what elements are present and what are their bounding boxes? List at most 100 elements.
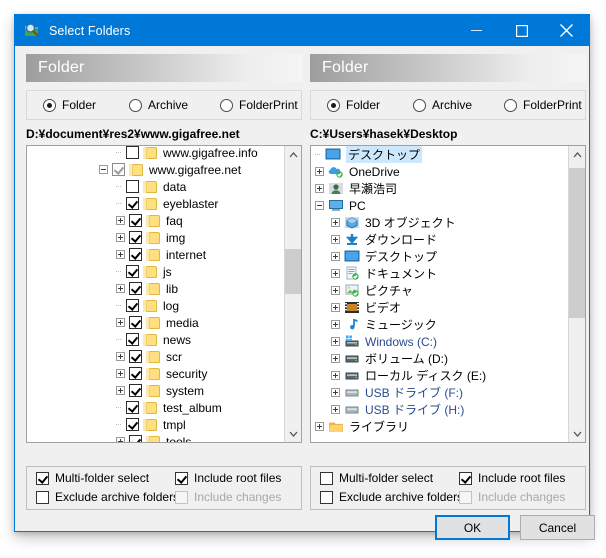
expand-plus-icon[interactable]	[331, 218, 340, 227]
tree-item-checkbox[interactable]	[129, 231, 142, 244]
scroll-down-icon[interactable]	[569, 425, 585, 442]
expand-plus-icon[interactable]	[331, 252, 340, 261]
tree-scrollbar[interactable]	[284, 146, 301, 442]
tree-item[interactable]: USB ドライブ (H:)	[311, 401, 568, 418]
tree-item-checkbox[interactable]	[126, 401, 139, 414]
radio-folder[interactable]: Folder	[327, 98, 380, 112]
tree-item-checkbox[interactable]	[126, 146, 139, 159]
tree-item[interactable]: test_album	[27, 399, 284, 416]
option-include-root-files[interactable]: Include root files	[459, 471, 565, 485]
close-icon[interactable]	[544, 15, 589, 46]
tree-item[interactable]: ダウンロード	[311, 231, 568, 248]
option-include-root-files[interactable]: Include root files	[175, 471, 281, 485]
tree-item[interactable]: ボリューム (D:)	[311, 350, 568, 367]
tree-item[interactable]: news	[27, 331, 284, 348]
tree-item[interactable]: デスクトップ	[311, 248, 568, 265]
tree-item-checkbox[interactable]	[129, 367, 142, 380]
tree-item[interactable]: デスクトップ	[311, 146, 568, 163]
minimize-icon[interactable]	[454, 15, 499, 46]
cancel-button[interactable]: Cancel	[520, 515, 595, 540]
option-checkbox[interactable]	[320, 490, 333, 504]
tree-item[interactable]: ライブラリ	[311, 418, 568, 435]
tree-item[interactable]: data	[27, 178, 284, 195]
tree-item[interactable]: PC	[311, 197, 568, 214]
expand-plus-icon[interactable]	[116, 233, 125, 242]
tree-item[interactable]: ピクチャ	[311, 282, 568, 299]
tree-item-checkbox[interactable]	[129, 316, 142, 329]
tree-item[interactable]: media	[27, 314, 284, 331]
expand-plus-icon[interactable]	[315, 167, 324, 176]
tree-item-checkbox[interactable]	[126, 180, 139, 193]
tree-item-checkbox[interactable]	[129, 435, 142, 442]
option-multi-folder-select[interactable]: Multi-folder select	[36, 471, 149, 485]
tree-item-checkbox[interactable]	[112, 163, 125, 176]
tree-item[interactable]: log	[27, 297, 284, 314]
maximize-icon[interactable]	[499, 15, 544, 46]
scroll-up-icon[interactable]	[569, 146, 585, 163]
tree-item[interactable]: www.gigafree.info	[27, 146, 284, 161]
tree-scrollbar[interactable]	[568, 146, 585, 442]
collapse-minus-icon[interactable]	[99, 165, 108, 174]
tree-item-checkbox[interactable]	[126, 197, 139, 210]
expand-plus-icon[interactable]	[331, 388, 340, 397]
tree-item[interactable]: eyeblaster	[27, 195, 284, 212]
collapse-minus-icon[interactable]	[315, 201, 324, 210]
tree-item[interactable]: system	[27, 382, 284, 399]
expand-plus-icon[interactable]	[116, 369, 125, 378]
expand-plus-icon[interactable]	[116, 386, 125, 395]
option-checkbox[interactable]	[36, 490, 49, 504]
tree-item-checkbox[interactable]	[129, 350, 142, 363]
tree-item-checkbox[interactable]	[129, 282, 142, 295]
expand-plus-icon[interactable]	[331, 303, 340, 312]
tree-item[interactable]: ローカル ディスク (E:)	[311, 367, 568, 384]
expand-plus-icon[interactable]	[116, 437, 125, 442]
expand-plus-icon[interactable]	[116, 250, 125, 259]
radio-folderprint[interactable]: FolderPrint	[220, 98, 298, 112]
tree-item[interactable]: scr	[27, 348, 284, 365]
radio-archive[interactable]: Archive	[413, 98, 472, 112]
radio-folder[interactable]: Folder	[43, 98, 96, 112]
tree-item[interactable]: ドキュメント	[311, 265, 568, 282]
scrollbar-thumb[interactable]	[569, 168, 585, 318]
tree-item[interactable]: 早瀬浩司	[311, 180, 568, 197]
tree-item-checkbox[interactable]	[126, 299, 139, 312]
tree-item-checkbox[interactable]	[129, 384, 142, 397]
expand-plus-icon[interactable]	[331, 371, 340, 380]
option-exclude-archive-folders[interactable]: Exclude archive folders	[320, 490, 463, 504]
tree-item[interactable]: OneDrive	[311, 163, 568, 180]
expand-plus-icon[interactable]	[315, 184, 324, 193]
expand-plus-icon[interactable]	[331, 235, 340, 244]
expand-plus-icon[interactable]	[331, 405, 340, 414]
option-checkbox[interactable]	[320, 471, 333, 485]
tree-item-checkbox[interactable]	[129, 214, 142, 227]
tree-item[interactable]: www.gigafree.net	[27, 161, 284, 178]
tree-item-checkbox[interactable]	[126, 265, 139, 278]
expand-plus-icon[interactable]	[116, 216, 125, 225]
expand-plus-icon[interactable]	[331, 337, 340, 346]
tree-item[interactable]: lib	[27, 280, 284, 297]
scrollbar-thumb[interactable]	[285, 249, 301, 294]
tree-item[interactable]: ミュージック	[311, 316, 568, 333]
scroll-up-icon[interactable]	[285, 146, 301, 163]
tree-item[interactable]: ビデオ	[311, 299, 568, 316]
option-checkbox[interactable]	[36, 471, 49, 485]
expand-plus-icon[interactable]	[315, 422, 324, 431]
expand-plus-icon[interactable]	[331, 269, 340, 278]
option-checkbox[interactable]	[175, 471, 188, 485]
tree-item[interactable]: security	[27, 365, 284, 382]
expand-plus-icon[interactable]	[116, 284, 125, 293]
expand-plus-icon[interactable]	[331, 354, 340, 363]
tree-item-checkbox[interactable]	[129, 248, 142, 261]
tree-item[interactable]: USB ドライブ (F:)	[311, 384, 568, 401]
tree-item[interactable]: faq	[27, 212, 284, 229]
radio-archive[interactable]: Archive	[129, 98, 188, 112]
radio-folderprint[interactable]: FolderPrint	[504, 98, 582, 112]
ok-button[interactable]: OK	[435, 515, 510, 540]
tree-item[interactable]: tools	[27, 433, 284, 442]
tree-item[interactable]: 3D オブジェクト	[311, 214, 568, 231]
option-multi-folder-select[interactable]: Multi-folder select	[320, 471, 433, 485]
tree-item[interactable]: img	[27, 229, 284, 246]
tree-item[interactable]: tmpl	[27, 416, 284, 433]
tree-item-checkbox[interactable]	[126, 333, 139, 346]
option-exclude-archive-folders[interactable]: Exclude archive folders	[36, 490, 179, 504]
